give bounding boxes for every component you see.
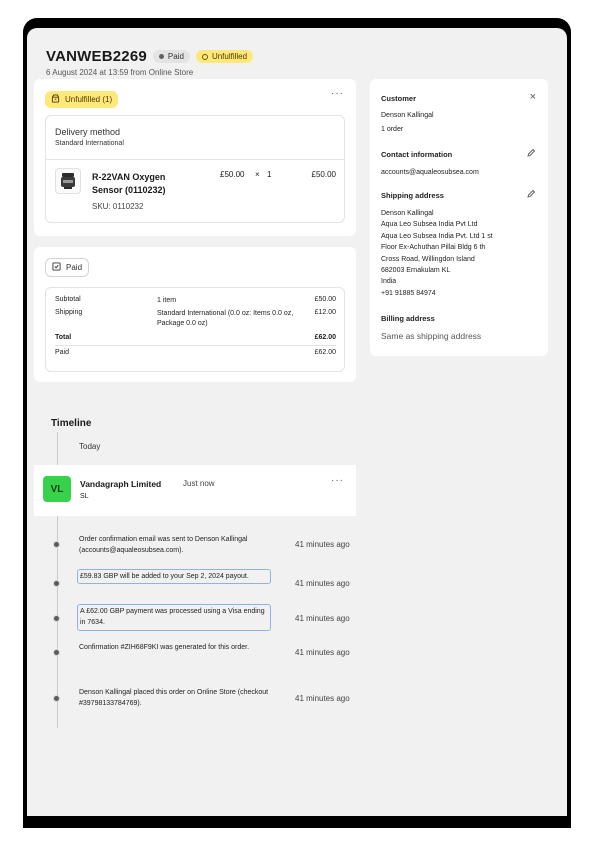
product-line-total: £50.00 (311, 170, 336, 179)
edit-contact-icon[interactable] (526, 148, 536, 161)
order-page: VANWEB2269 Paid Unfulfilled 6 August 202… (27, 28, 567, 816)
fulfillment-status-badge: Unfulfilled (195, 50, 254, 63)
shipping-heading: Shipping address (381, 191, 444, 200)
avatar: VL (43, 476, 71, 502)
multiply-sign: × (255, 170, 260, 179)
timeline-title: Timeline (51, 418, 92, 429)
timeline-event-time: 41 minutes ago (295, 579, 350, 588)
shipping-address: Denson Kallingal Aqua Leo Subsea India P… (381, 210, 493, 297)
timeline-dot (53, 580, 60, 587)
timeline-dot (53, 695, 60, 702)
delivery-method-value: Standard International (55, 140, 124, 147)
payment-status-badge: Paid (152, 50, 190, 63)
delivery-method-label: Delivery method (55, 127, 121, 137)
customer-name[interactable]: Denson Kallingal (381, 110, 434, 121)
timeline-event-text[interactable]: A £62.00 GBP payment was processed using… (77, 604, 271, 631)
timeline-event-time: 41 minutes ago (295, 694, 350, 703)
customer-card: Customer × Denson Kallingal 1 order Cont… (370, 79, 548, 356)
paid-badge: Paid (45, 258, 90, 277)
customer-email[interactable]: accounts@aqualeosubsea.com (381, 167, 479, 178)
fulfillment-more-button[interactable]: ··· (331, 88, 344, 99)
payment-card: Paid Subtotal 1 item £50.00 Shipping Sta… (34, 247, 356, 382)
contact-heading: Contact information (381, 150, 453, 159)
timeline-event-text[interactable]: £59.83 GBP will be added to your Sep 2, … (77, 569, 271, 585)
billing-heading: Billing address (381, 314, 435, 323)
timeline-event-time: 41 minutes ago (295, 540, 350, 549)
divider (55, 345, 336, 346)
timeline-dot (53, 649, 60, 656)
product-unit-price: £50.00 (220, 170, 245, 179)
package-icon (51, 94, 60, 105)
unfulfilled-badge: Unfulfilled (1) (45, 91, 119, 108)
comment-time: Just now (183, 479, 215, 488)
customer-heading: Customer (381, 94, 417, 103)
product-sku: SKU: 0110232 (92, 202, 144, 211)
timeline-dot (53, 615, 60, 622)
timeline-event-text: Denson Kallingal placed this order on On… (79, 689, 269, 708)
timeline-line (57, 432, 58, 466)
delivery-box: Delivery method Standard International R… (45, 115, 345, 223)
timeline-today: Today (79, 442, 101, 451)
status-ring-icon (201, 53, 208, 60)
status-dot-icon (158, 54, 164, 59)
close-icon[interactable]: × (530, 91, 536, 103)
payment-summary: Subtotal 1 item £50.00 Shipping Standard… (45, 287, 345, 372)
comment-body: SL (80, 493, 89, 500)
product-thumbnail[interactable] (55, 168, 81, 194)
comment-more-button[interactable]: ··· (331, 475, 344, 486)
timeline-event-time: 41 minutes ago (295, 648, 350, 657)
billing-value: Same as shipping address (381, 331, 482, 341)
timeline-dot (53, 541, 60, 548)
product-quantity: 1 (267, 170, 272, 179)
order-subtitle: 6 August 2024 at 13:59 from Online Store (46, 68, 194, 77)
divider (46, 159, 344, 160)
timeline-event-time: 41 minutes ago (295, 614, 350, 623)
timeline-event-text: Order confirmation email was sent to Den… (79, 536, 248, 555)
comment-author: Vandagraph Limited (80, 479, 162, 489)
timeline-comment: VL Vandagraph Limited Just now SL ··· (34, 465, 356, 516)
order-id: VANWEB2269 (46, 48, 147, 65)
edit-shipping-icon[interactable] (526, 189, 536, 202)
timeline-event-text: Confirmation #ZIH68F9KI was generated fo… (79, 644, 250, 651)
product-name[interactable]: R-22VAN Oxygen Sensor (0110232) (92, 171, 192, 197)
order-header: VANWEB2269 Paid Unfulfilled 6 August 202… (46, 48, 254, 77)
customer-order-count[interactable]: 1 order (381, 124, 403, 135)
fulfillment-card: Unfulfilled (1) ··· Delivery method Stan… (34, 79, 356, 236)
receipt-check-icon (52, 262, 61, 273)
